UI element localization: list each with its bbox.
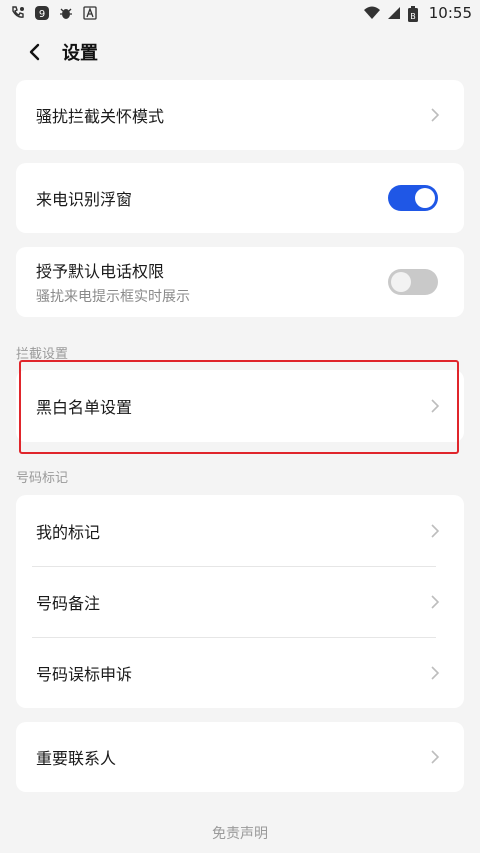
caller-id-card: 来电识别浮窗: [16, 163, 464, 233]
bug-icon: [58, 5, 74, 21]
block-settings-card: 黑白名单设置: [16, 370, 464, 442]
harassment-mode-card: 骚扰拦截关怀模式: [16, 80, 464, 150]
blacklist-whitelist-row[interactable]: 黑白名单设置: [16, 370, 464, 442]
signal-icon: [385, 5, 401, 21]
row-sublabel: 骚扰来电提示框实时展示: [36, 289, 190, 305]
section-title-number-marks: 号码标记: [16, 471, 69, 486]
row-label: 号码误标申诉: [36, 665, 133, 684]
chevron-right-icon: [431, 750, 440, 764]
a-icon: [82, 5, 98, 21]
toggle-knob: [391, 272, 411, 292]
svg-text:B: B: [410, 12, 416, 21]
row-label: 黑白名单设置: [36, 398, 133, 417]
row-label: 我的标记: [36, 522, 101, 542]
app-notification-icon: 9: [34, 5, 50, 21]
harassment-care-mode-row[interactable]: 骚扰拦截关怀模式: [16, 80, 464, 150]
my-marks-row[interactable]: 我的标记: [16, 495, 464, 566]
page-title: 设置: [62, 43, 98, 64]
caller-id-window-row: 来电识别浮窗: [16, 163, 464, 233]
row-text: 授予默认电话权限 骚扰来电提示框实时展示: [36, 258, 190, 306]
back-button[interactable]: [12, 30, 56, 74]
back-arrow-icon: [29, 43, 40, 61]
chevron-right-icon: [431, 666, 440, 680]
call-settings-icon: [10, 5, 26, 21]
number-marks-card: 我的标记 号码备注 号码误标申诉: [16, 495, 464, 708]
disclaimer-link[interactable]: 免责声明: [0, 823, 480, 843]
row-label: 重要联系人: [36, 749, 117, 768]
section-title-block-settings: 拦截设置: [16, 347, 69, 362]
svg-text:9: 9: [39, 9, 45, 20]
default-phone-permission-toggle[interactable]: [388, 269, 438, 295]
important-contacts-row[interactable]: 重要联系人: [16, 722, 464, 792]
chevron-right-icon: [431, 108, 440, 122]
row-label: 授予默认电话权限: [36, 262, 165, 281]
title-bar: 设置: [0, 26, 480, 78]
row-label: 号码备注: [36, 594, 101, 613]
mark-appeal-row[interactable]: 号码误标申诉: [16, 638, 464, 708]
number-notes-row[interactable]: 号码备注: [16, 567, 464, 637]
status-bar: 9 B 10:55: [0, 0, 480, 26]
default-phone-card: 授予默认电话权限 骚扰来电提示框实时展示: [16, 247, 464, 317]
row-label: 骚扰拦截关怀模式: [36, 107, 165, 126]
important-contacts-card: 重要联系人: [16, 722, 464, 792]
toggle-knob: [415, 188, 435, 208]
chevron-right-icon: [431, 523, 440, 538]
row-label: 来电识别浮窗: [36, 190, 133, 209]
default-phone-permission-row: 授予默认电话权限 骚扰来电提示框实时展示: [16, 247, 464, 317]
caller-id-window-toggle[interactable]: [388, 185, 438, 211]
wifi-icon: [363, 5, 380, 21]
chevron-right-icon: [431, 595, 440, 609]
chevron-right-icon: [431, 399, 440, 413]
clock: 10:55: [428, 4, 472, 22]
battery-icon: B: [407, 5, 423, 22]
